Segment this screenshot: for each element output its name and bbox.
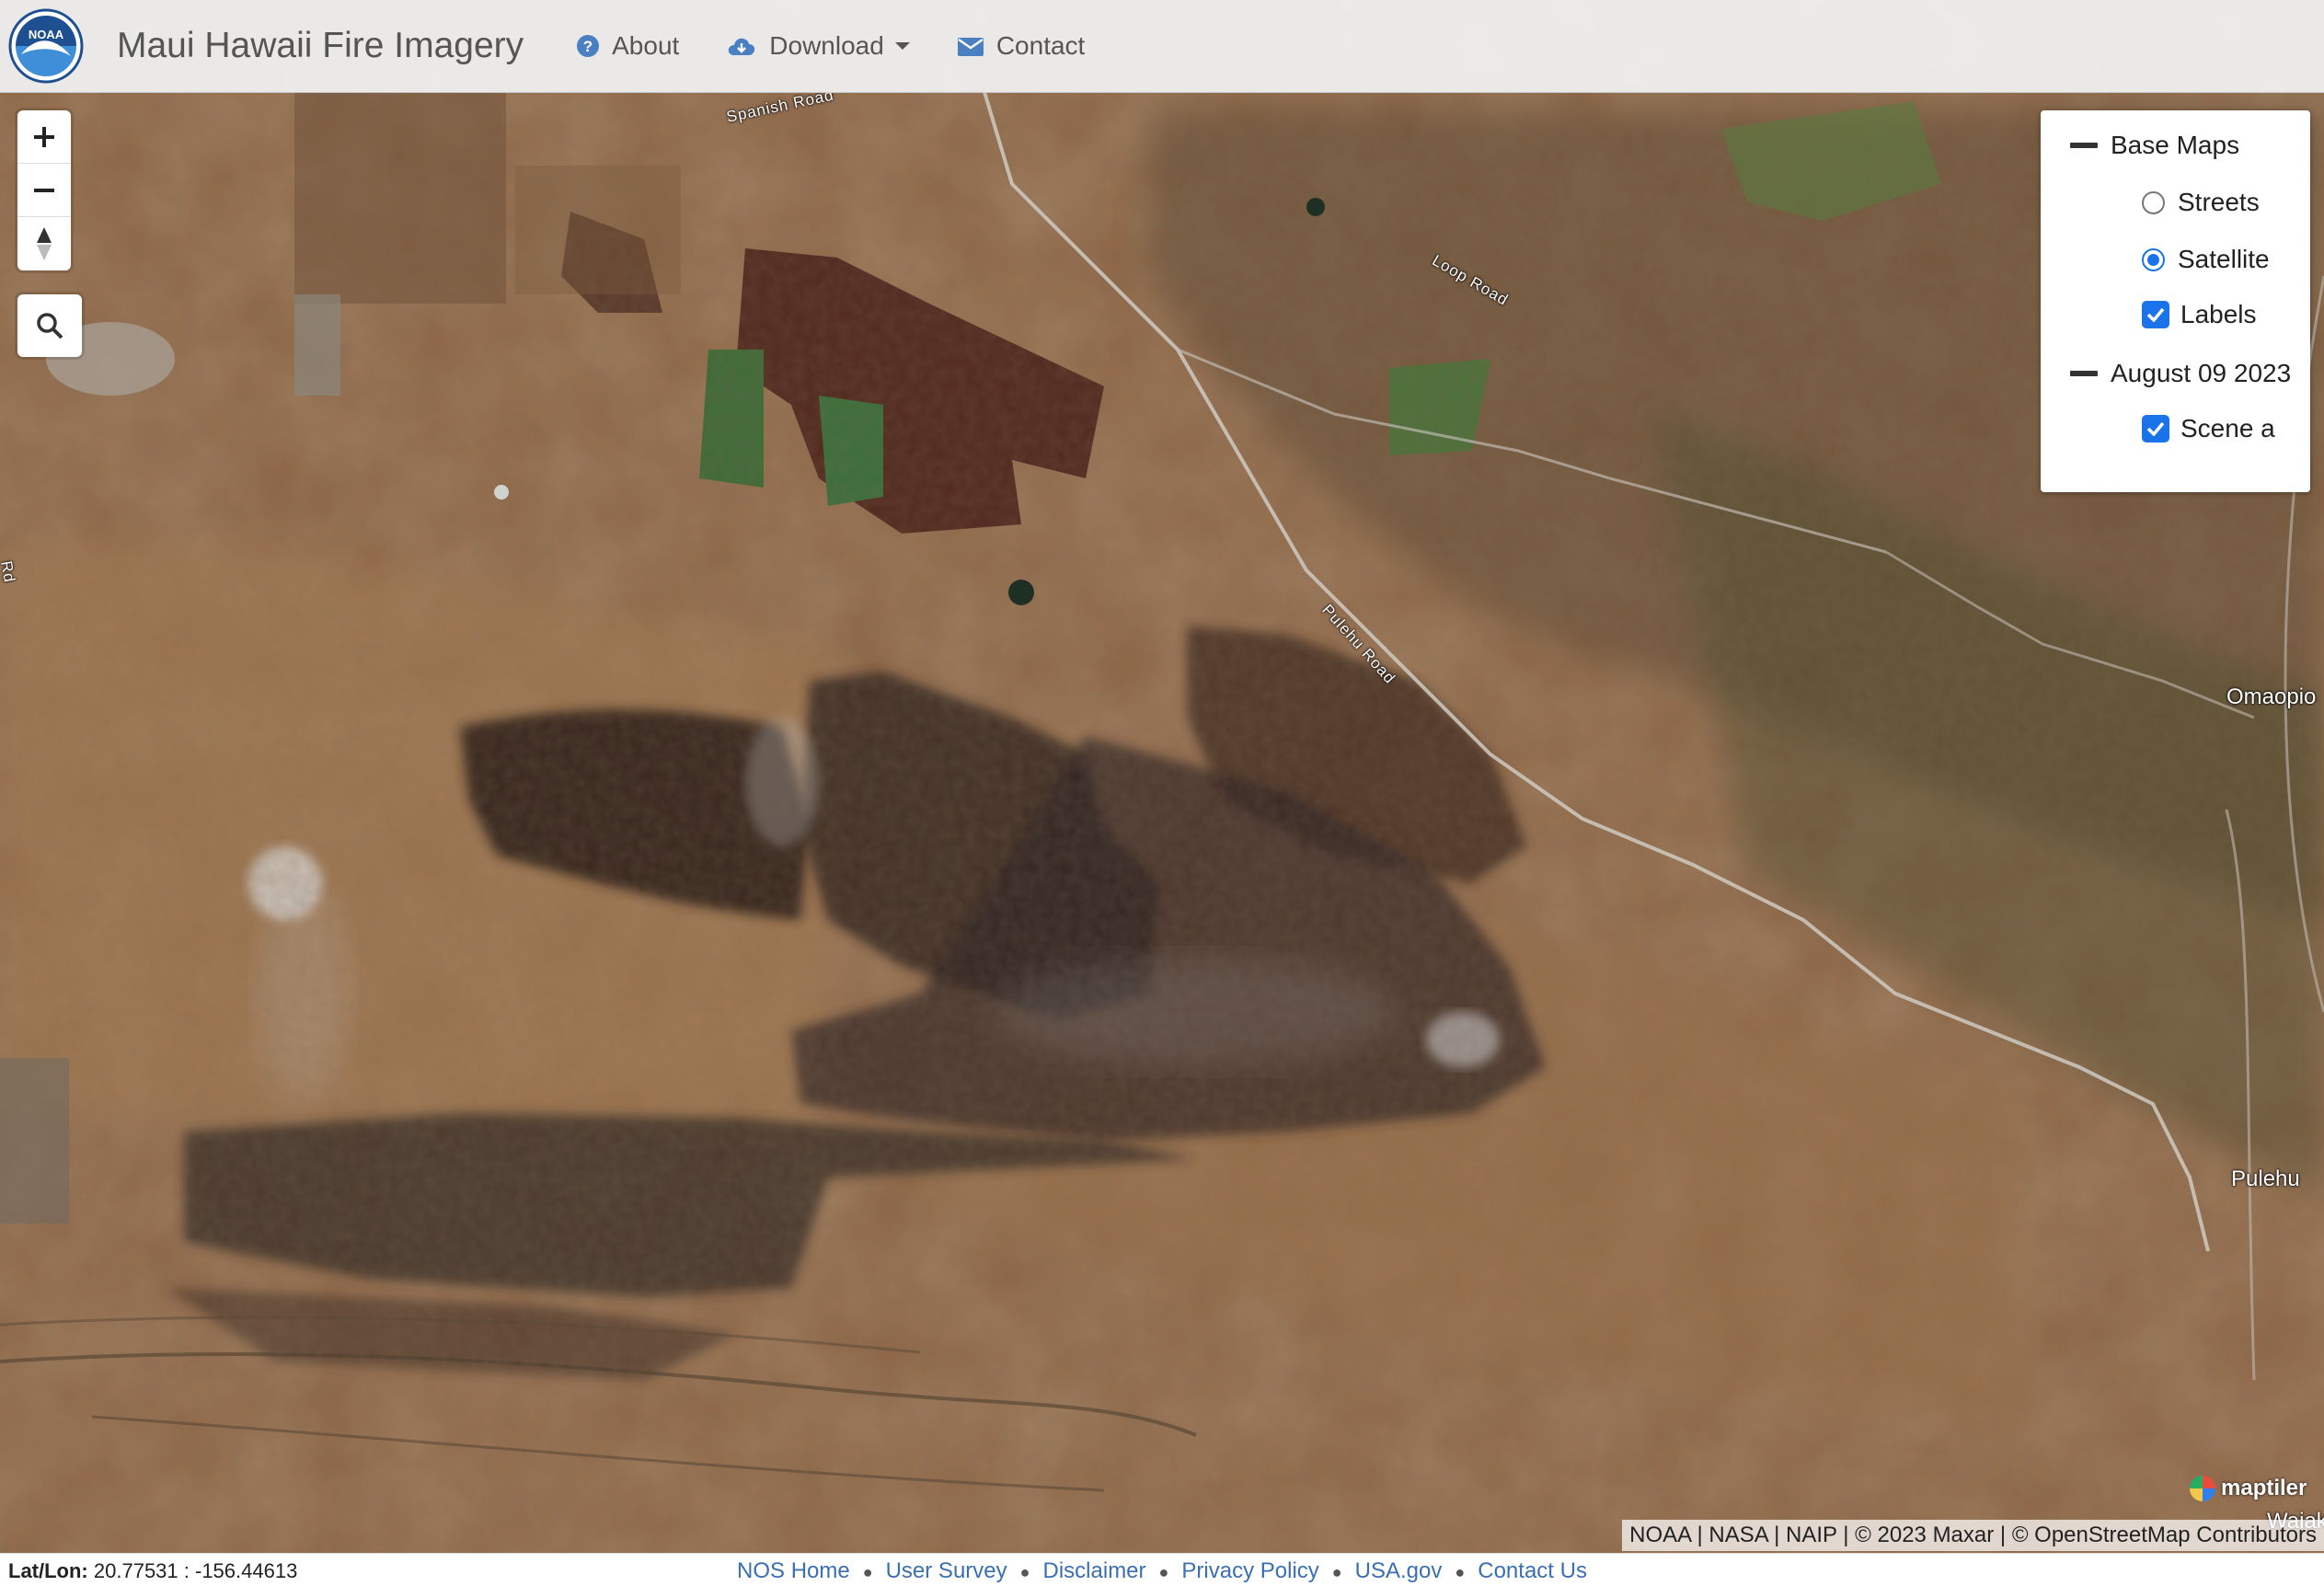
place-label-omaopio: Omaopio	[2226, 684, 2317, 709]
footer: Lat/Lon: 20.77531 : -156.44613 NOS Home ●…	[0, 1553, 2324, 1586]
top-navbar: NOAA Maui Hawaii Fire Imagery ? About Do…	[0, 0, 2324, 93]
satellite-imagery	[0, 0, 2324, 1553]
footer-link-nos-home[interactable]: NOS Home	[737, 1558, 850, 1583]
labels-checkbox[interactable]	[2142, 301, 2169, 328]
footer-link-disclaimer[interactable]: Disclaimer	[1043, 1558, 1146, 1583]
satellite-radio[interactable]	[2142, 247, 2165, 271]
layer-option-label: Streets	[2178, 188, 2260, 216]
chevron-down-icon	[894, 42, 910, 50]
nav-about-label: About	[612, 31, 680, 60]
app-title[interactable]: Maui Hawaii Fire Imagery	[117, 26, 523, 66]
map-attribution[interactable]: NOAA | NASA | NAIP | © 2023 Maxar | © Op…	[1622, 1520, 2324, 1551]
envelope-icon	[957, 38, 984, 56]
search-icon	[37, 313, 63, 339]
nav-contact[interactable]: Contact	[957, 31, 1086, 61]
zoom-out-button[interactable]	[17, 164, 71, 217]
maptiler-logo[interactable]: maptiler	[2190, 1476, 2307, 1501]
layer-switcher: Base Maps Streets Satellite Labels Augus…	[2041, 110, 2310, 492]
footer-links: NOS Home ● User Survey ● Disclaimer ● Privacy …	[0, 1558, 2324, 1584]
minus-icon	[34, 188, 54, 192]
zoom-in-button[interactable]	[17, 110, 71, 164]
separator-dot: ●	[862, 1563, 873, 1581]
nav-contact-label: Contact	[995, 31, 1086, 60]
footer-link-usa-gov[interactable]: USA.gov	[1355, 1558, 1443, 1583]
nav-download[interactable]: Download	[727, 31, 910, 61]
layer-option-labels[interactable]: Labels	[2142, 300, 2257, 329]
footer-link-user-survey[interactable]: User Survey	[886, 1558, 1007, 1583]
plus-icon	[34, 126, 54, 147]
layer-option-satellite[interactable]: Satellite	[2142, 245, 2270, 274]
footer-link-privacy-policy[interactable]: Privacy Policy	[1181, 1558, 1318, 1583]
nav-about[interactable]: ? About	[577, 31, 679, 61]
checkmark-icon	[2146, 421, 2165, 436]
footer-link-contact-us[interactable]: Contact Us	[1478, 1558, 1587, 1583]
search-button[interactable]	[17, 294, 82, 357]
compass-button[interactable]	[17, 217, 71, 270]
noaa-logo[interactable]: NOAA	[8, 8, 84, 84]
separator-dot: ●	[1158, 1563, 1169, 1581]
maptiler-icon	[2190, 1476, 2215, 1501]
layer-option-label: Scene a	[2180, 414, 2275, 442]
layer-option-scene-a[interactable]: Scene a	[2142, 414, 2275, 443]
layer-group-label: Base Maps	[2111, 131, 2240, 159]
logo-text: NOAA	[29, 28, 64, 41]
collapse-icon	[2070, 371, 2098, 376]
maptiler-label: maptiler	[2221, 1476, 2307, 1500]
layer-option-streets[interactable]: Streets	[2142, 188, 2260, 217]
layer-option-label: Labels	[2180, 300, 2257, 328]
layer-group-base-maps[interactable]: Base Maps	[2070, 131, 2239, 160]
separator-dot: ●	[1455, 1563, 1466, 1581]
collapse-icon	[2070, 143, 2098, 148]
layer-group-label: August 09 2023	[2111, 359, 2292, 387]
layer-group-august-09-2023[interactable]: August 09 2023	[2070, 359, 2291, 388]
compass-icon	[37, 227, 52, 260]
question-circle-icon: ?	[577, 35, 600, 57]
nav-download-label: Download	[769, 31, 884, 60]
svg-text:?: ?	[583, 38, 593, 55]
checkmark-icon	[2146, 307, 2165, 322]
place-label-pulehu: Pulehu	[2231, 1167, 2300, 1191]
search-control	[17, 294, 82, 357]
satellite-map[interactable]: Spanish Road Loop Road Pulehu Road Rd Om…	[0, 0, 2324, 1553]
layer-option-label: Satellite	[2178, 245, 2270, 273]
separator-dot: ●	[1019, 1563, 1030, 1581]
scene-a-checkbox[interactable]	[2142, 415, 2169, 442]
zoom-controls	[17, 110, 71, 270]
cloud-download-icon	[729, 38, 755, 55]
separator-dot: ●	[1331, 1563, 1342, 1581]
streets-radio[interactable]	[2142, 190, 2165, 214]
